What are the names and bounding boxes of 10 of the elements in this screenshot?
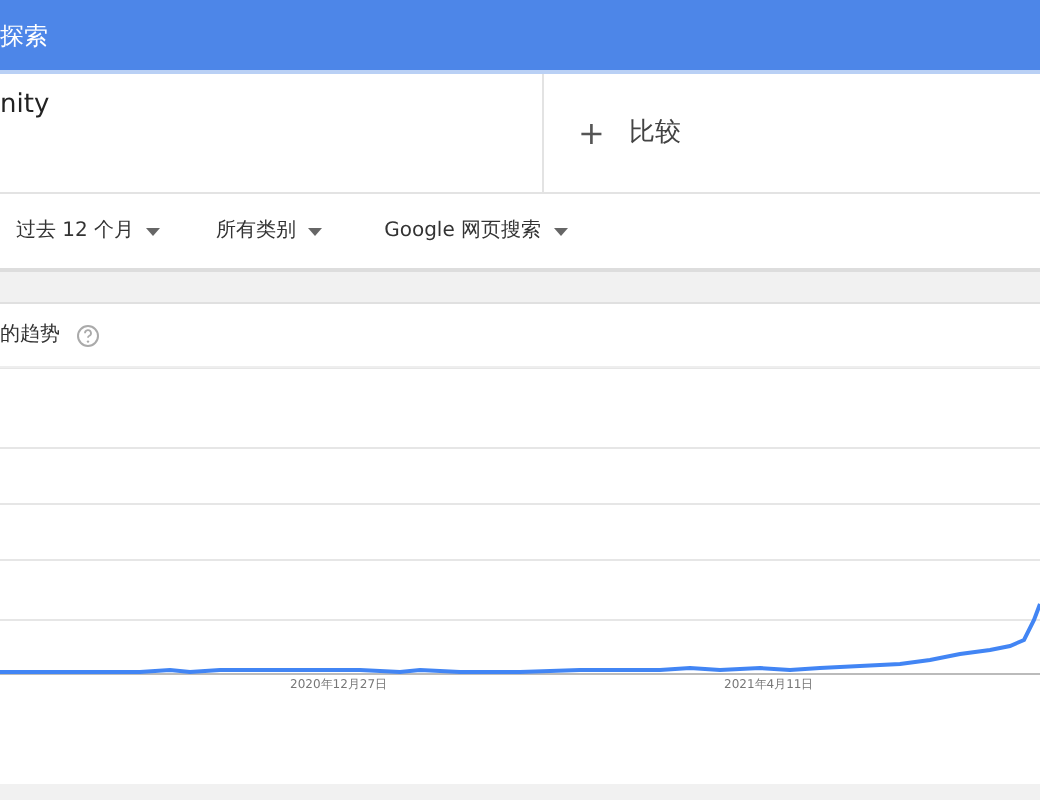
filter-dropdown[interactable]: Google 网页搜索 (384, 216, 568, 246)
help-icon[interactable] (76, 323, 100, 347)
caret-icon (553, 227, 568, 235)
caret-icon (146, 227, 161, 235)
page-title: 探索 (0, 19, 48, 53)
caret-icon (308, 227, 323, 235)
filter-dropdown[interactable]: 过去 12 个月 (16, 216, 161, 246)
filter-dropdown[interactable]: 所有类别 (216, 216, 323, 246)
card-title: 的趋势 (0, 321, 60, 350)
search-term[interactable]: nity (0, 90, 50, 120)
